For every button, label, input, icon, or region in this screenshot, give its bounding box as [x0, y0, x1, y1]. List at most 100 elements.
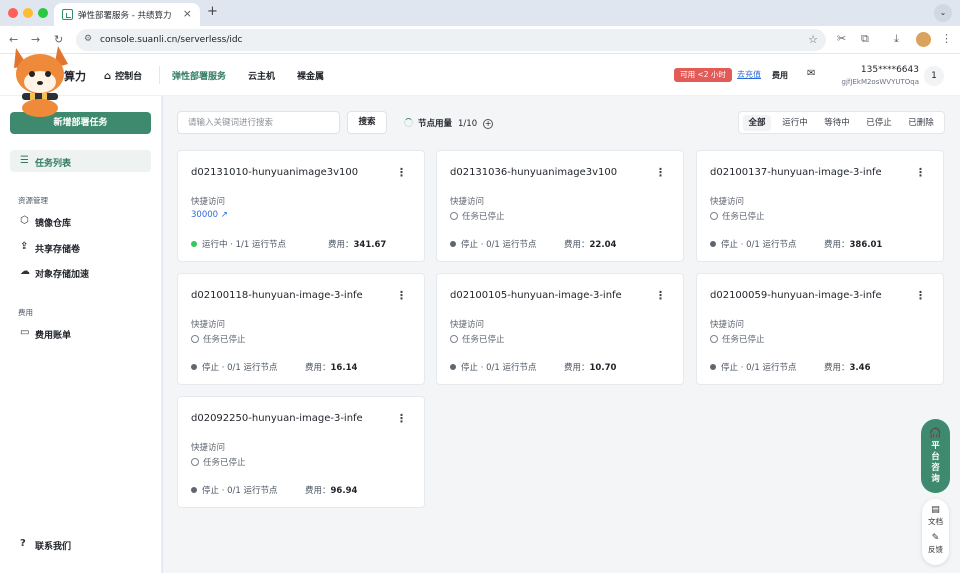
task-stopped-note: 任务已停止	[710, 210, 765, 222]
browser-tab[interactable]: 弹性部署服务 - 共绩算力 ×	[54, 3, 200, 26]
more-options-icon[interactable]: ⋮	[396, 412, 407, 425]
nav-cloud-host[interactable]: 云主机	[248, 69, 275, 82]
quick-access-port-link[interactable]: 30000 ↗	[191, 210, 228, 220]
add-quota-icon[interactable]: +	[483, 119, 494, 129]
status-dot-stopped	[191, 487, 197, 493]
availability-badge: 可用 <2 小时	[674, 68, 732, 82]
more-options-icon[interactable]: ⋮	[655, 166, 666, 179]
task-status: 停止 · 0/1 运行节点	[710, 361, 797, 373]
task-name: d02131010-hunyuanimage3v100	[191, 167, 359, 178]
filter-waiting[interactable]: 等待中	[818, 115, 856, 131]
docs-button[interactable]: ▤ 文档	[922, 505, 949, 527]
address-bar[interactable]: ⚙ console.suanli.cn/serverless/idc ☆	[76, 29, 826, 51]
group-fees: 费用	[18, 308, 33, 317]
cloud-icon: ☁	[20, 266, 30, 277]
mail-icon[interactable]: ✉	[807, 68, 815, 79]
status-dot-running	[191, 241, 197, 247]
task-status: 停止 · 0/1 运行节点	[450, 238, 537, 250]
sidebar-item-shared-volume[interactable]: ⇪ 共享存储卷	[10, 236, 151, 258]
task-fee: 费用：22.04	[564, 240, 617, 250]
scissors-icon[interactable]: ✂	[837, 32, 846, 45]
browser-toolbar: ← → ↻ ⚙ console.suanli.cn/serverless/idc…	[0, 26, 960, 54]
sidebar-item-image-repo[interactable]: ⬡ 镜像仓库	[10, 210, 151, 232]
url-text: console.suanli.cn/serverless/idc	[100, 35, 243, 45]
more-options-icon[interactable]: ⋮	[396, 289, 407, 302]
site-favicon-icon	[62, 9, 73, 20]
task-card[interactable]: d02100118-hunyuan-image-3-infe ⋮ 快捷访问 任务…	[177, 273, 425, 385]
new-tab-icon[interactable]: +	[207, 4, 218, 19]
more-options-icon[interactable]: ⋮	[915, 289, 926, 302]
browser-menu-icon[interactable]: ⋮	[941, 32, 952, 45]
user-id: gjfJEkM2osWVYUTOqa	[841, 78, 919, 86]
more-options-icon[interactable]: ⋮	[915, 166, 926, 179]
task-stopped-note: 任务已停止	[450, 333, 505, 345]
status-dot-stopped	[450, 364, 456, 370]
recharge-link[interactable]: 去充值	[737, 69, 761, 80]
task-card[interactable]: d02131036-hunyuanimage3v100 ⋮ 快捷访问 任务已停止…	[436, 150, 684, 262]
tab-search-icon[interactable]: ⌄	[934, 4, 952, 22]
site-info-icon[interactable]: ⚙	[84, 34, 92, 44]
task-card[interactable]: d02100059-hunyuan-image-3-infe ⋮ 快捷访问 任务…	[696, 273, 944, 385]
external-link-icon: ↗	[220, 210, 228, 220]
nav-console[interactable]: ⌂ 控制台	[104, 69, 142, 82]
bookmark-star-icon[interactable]: ☆	[808, 33, 818, 46]
notification-count[interactable]: 1	[924, 66, 944, 86]
usage-value: 1/10	[458, 119, 478, 129]
task-name: d02100105-hunyuan-image-3-infe	[450, 290, 622, 301]
minimize-window-button[interactable]	[23, 8, 33, 18]
search-input[interactable]	[178, 112, 339, 133]
task-card[interactable]: d02100137-hunyuan-image-3-infe ⋮ 快捷访问 任务…	[696, 150, 944, 262]
profile-avatar[interactable]	[916, 32, 931, 47]
extensions-icon[interactable]: ⧉	[861, 32, 869, 46]
quick-access-label: 快捷访问	[710, 197, 745, 207]
usage-ring-icon	[404, 118, 413, 127]
task-fee: 费用：96.94	[305, 486, 358, 496]
app-header: 算力 ⌂ 控制台 弹性部署服务 云主机 裸金属 可用 <2 小时 去充值 费用 ✉…	[0, 54, 960, 96]
maximize-window-button[interactable]	[38, 8, 48, 18]
feedback-icon: ✎	[931, 533, 940, 543]
filter-deleted[interactable]: 已删除	[902, 115, 940, 131]
task-status: 停止 · 0/1 运行节点	[191, 484, 278, 496]
task-name: d02100059-hunyuan-image-3-infe	[710, 290, 882, 301]
more-options-icon[interactable]: ⋮	[655, 289, 666, 302]
fee-link[interactable]: 费用	[772, 70, 788, 81]
list-icon: ☰	[20, 155, 29, 166]
filter-running[interactable]: 运行中	[776, 115, 814, 131]
document-icon: ▤	[931, 505, 940, 515]
close-tab-icon[interactable]: ×	[183, 7, 192, 20]
search-button[interactable]: 搜索	[347, 111, 387, 134]
nav-divider	[159, 66, 160, 84]
share-icon: ⇪	[20, 241, 29, 252]
contact-us-link[interactable]: ? 联系我们	[10, 533, 151, 555]
task-card[interactable]: d02092250-hunyuan-image-3-infe ⋮ 快捷访问 任务…	[177, 396, 425, 508]
close-window-button[interactable]	[8, 8, 18, 18]
headset-icon: 🎧	[929, 428, 942, 439]
user-phone[interactable]: 135****6643	[861, 65, 919, 75]
quick-access-label: 快捷访问	[191, 443, 226, 453]
quick-access-label: 快捷访问	[191, 320, 226, 330]
task-stopped-note: 任务已停止	[710, 333, 765, 345]
nav-bare-metal[interactable]: 裸金属	[297, 69, 324, 82]
feedback-button[interactable]: ✎ 反馈	[922, 533, 949, 555]
more-options-icon[interactable]: ⋮	[396, 166, 407, 179]
quick-access-label: 快捷访问	[450, 320, 485, 330]
task-card[interactable]: d02100105-hunyuan-image-3-infe ⋮ 快捷访问 任务…	[436, 273, 684, 385]
sidebar-item-object-storage[interactable]: ☁ 对象存储加速	[10, 261, 151, 283]
clock-icon	[710, 335, 718, 343]
filter-all[interactable]: 全部	[743, 115, 771, 131]
task-fee: 费用：3.46	[824, 363, 871, 373]
task-card[interactable]: d02131010-hunyuanimage3v100 ⋮ 快捷访问 30000…	[177, 150, 425, 262]
clock-icon	[450, 212, 458, 220]
platform-support-button[interactable]: 🎧 平台咨询	[921, 419, 950, 493]
quick-access-label: 快捷访问	[710, 320, 745, 330]
group-resources: 资源管理	[18, 196, 48, 205]
nav-serverless[interactable]: 弹性部署服务	[172, 69, 226, 82]
quick-access-label: 快捷访问	[191, 197, 226, 207]
sidebar-item-billing[interactable]: ▭ 费用账单	[10, 322, 151, 344]
filter-stopped[interactable]: 已停止	[860, 115, 898, 131]
sidebar-item-task-list[interactable]: ☰ 任务列表	[10, 150, 151, 172]
download-icon[interactable]: ⤓	[894, 32, 899, 46]
clock-icon	[710, 212, 718, 220]
floating-tools: ▤ 文档 ✎ 反馈	[922, 499, 949, 565]
status-dot-stopped	[450, 241, 456, 247]
